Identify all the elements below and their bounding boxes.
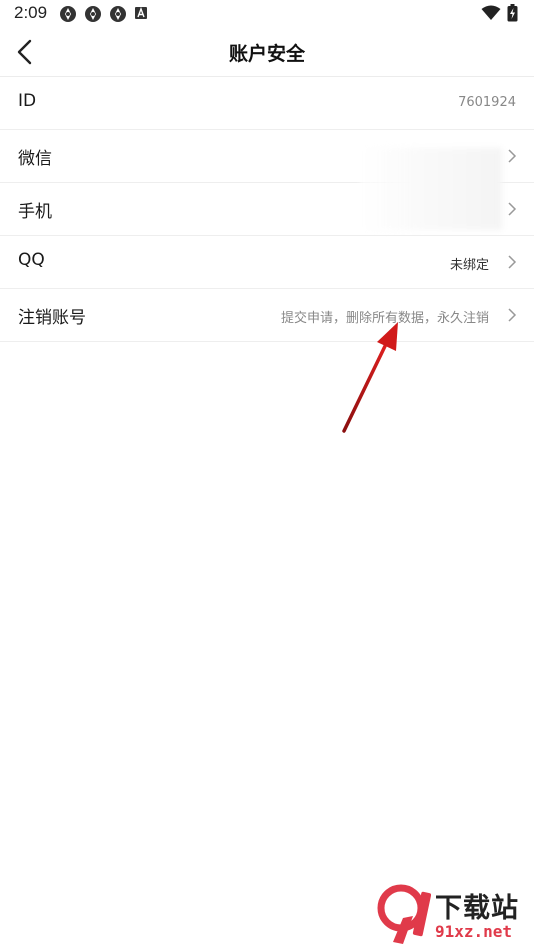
notification-icon xyxy=(85,6,101,22)
watermark: 下载站 91xz.net xyxy=(373,884,533,948)
row-label: 微信 xyxy=(18,149,52,169)
notification-icon xyxy=(110,6,126,22)
wifi-icon xyxy=(481,5,501,20)
status-bar: 2:09 xyxy=(0,0,534,28)
status-icons-right xyxy=(481,4,518,22)
row-label: ID xyxy=(18,91,37,111)
qq-status-value: 未绑定 xyxy=(449,258,489,273)
row-label: 注销账号 xyxy=(18,308,86,328)
chevron-right-icon xyxy=(508,149,517,163)
user-id-value: 7601924 xyxy=(458,95,516,110)
watermark-title: 下载站 xyxy=(435,893,519,924)
chevron-right-icon xyxy=(508,202,517,216)
a-badge-icon xyxy=(135,7,147,19)
row-id: ID 7601924 xyxy=(0,77,534,130)
row-delete-account[interactable]: 注销账号 提交申请，删除所有数据，永久注销 xyxy=(0,289,534,342)
watermark-logo xyxy=(377,884,431,944)
page-title: 账户安全 xyxy=(228,43,305,65)
row-qq[interactable]: QQ 未绑定 xyxy=(0,236,534,289)
watermark-url: 91xz.net xyxy=(435,922,513,941)
app-bar: 账户安全 xyxy=(0,28,534,77)
status-icons-left xyxy=(59,5,148,23)
red-arrow-annotation xyxy=(342,322,398,433)
status-time: 2:09 xyxy=(14,3,48,22)
redaction-blur xyxy=(360,148,502,230)
battery-icon xyxy=(507,4,518,22)
chevron-right-icon xyxy=(508,308,517,322)
notification-icon xyxy=(60,6,76,22)
chevron-right-icon xyxy=(508,255,517,269)
row-label: 手机 xyxy=(18,202,52,222)
row-label: QQ xyxy=(18,250,45,270)
